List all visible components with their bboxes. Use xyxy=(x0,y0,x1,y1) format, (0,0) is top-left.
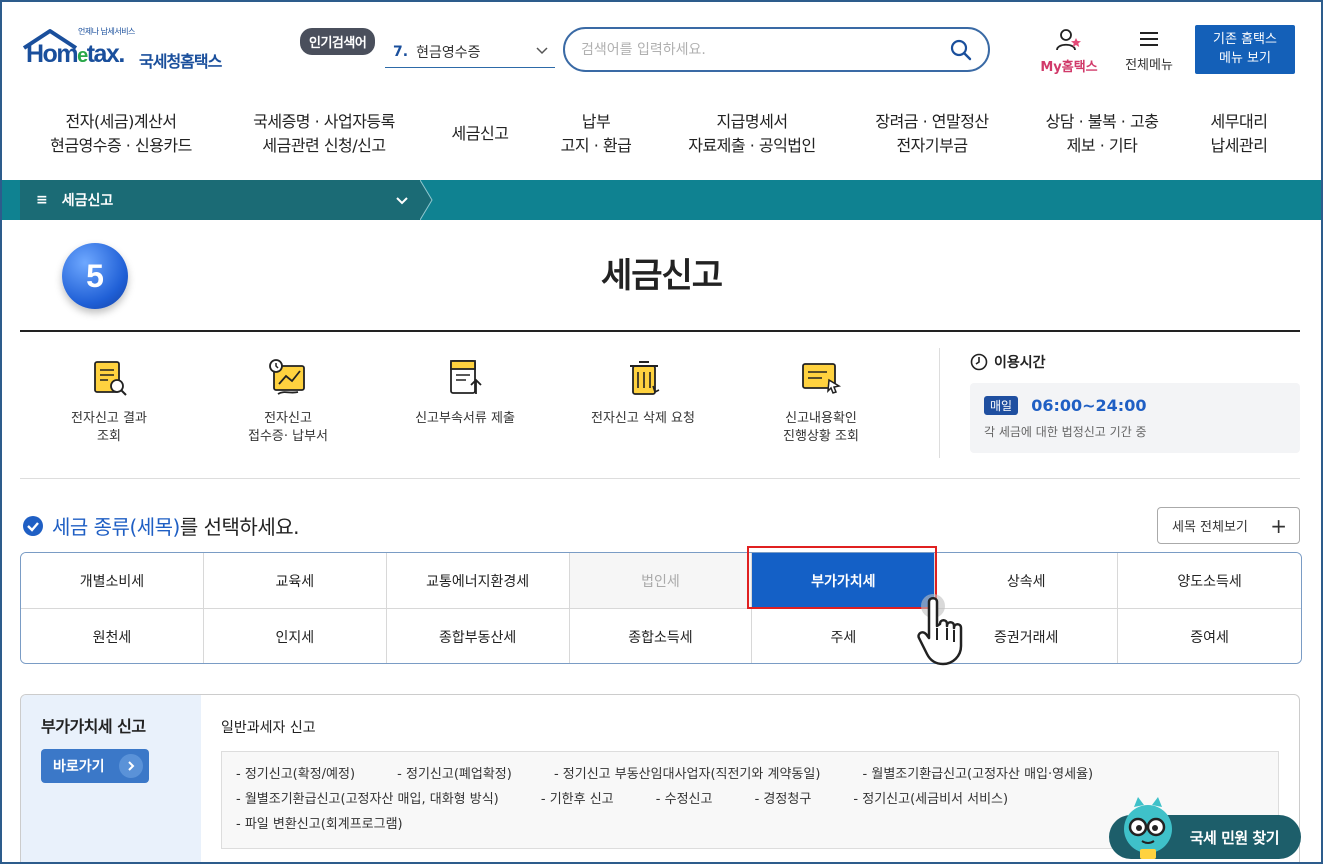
vat-option-link[interactable]: - 정기신고(세금비서 서비스) xyxy=(853,792,1008,807)
chevron-down-icon xyxy=(396,197,408,205)
service-hours-desc: 각 세금에 대한 법정신고 기간 중 xyxy=(984,425,1147,439)
nav-item-tax-filing[interactable]: 세금신고 xyxy=(452,122,509,146)
search-box xyxy=(563,27,990,72)
search-icon[interactable] xyxy=(950,39,972,61)
all-menu-button[interactable]: 전체메뉴 xyxy=(1117,28,1181,73)
all-menu-label: 전체메뉴 xyxy=(1125,58,1173,73)
my-hometax-link[interactable]: My홈택스 xyxy=(1033,28,1105,75)
tax-type-gift[interactable]: 증여세 xyxy=(1118,609,1301,663)
vat-option-link[interactable]: - 기한후 신고 xyxy=(541,792,614,807)
title-divider xyxy=(20,330,1300,332)
old-menu-label-line2: 메뉴 보기 xyxy=(1219,51,1271,66)
tax-type-corporate[interactable]: 법인세 xyxy=(569,553,753,609)
vat-general-subtitle: 일반과세자 신고 xyxy=(221,720,316,736)
tax-type-transport-energy[interactable]: 교통에너지환경세 xyxy=(386,553,570,609)
daily-badge: 매일 xyxy=(984,396,1019,415)
breadcrumb-label: 세금신고 xyxy=(61,193,114,209)
vat-option-link[interactable]: - 정기신고(확정/예정) xyxy=(236,767,355,782)
nav-item-payment-statement[interactable]: 지급명세서 자료제출 · 공익법인 xyxy=(688,110,816,158)
quick-link-filing-result[interactable]: 전자신고 결과 조회 xyxy=(19,356,199,446)
view-all-tax-types-button[interactable]: 세목 전체보기 + xyxy=(1157,507,1300,544)
document-upload-icon xyxy=(450,360,482,394)
pointing-hand-cursor-icon xyxy=(917,594,963,666)
nav-item-payment[interactable]: 납부 고지 · 환급 xyxy=(561,110,632,158)
nav-item-consultation[interactable]: 상담 · 불복 · 고충 제보 · 기타 xyxy=(1046,110,1159,158)
vat-option-link[interactable]: - 월별조기환급신고(고정자산 매입, 대화형 방식) xyxy=(236,792,499,807)
quick-links-divider xyxy=(939,348,940,458)
document-search-icon xyxy=(94,361,127,396)
plus-icon: + xyxy=(1270,513,1287,538)
tax-type-stamp[interactable]: 인지세 xyxy=(203,609,387,663)
tax-type-grid: 개별소비세 교육세 교통에너지환경세 법인세 부가가치세 상속세 양도소득세 원… xyxy=(20,552,1302,664)
search-input[interactable] xyxy=(581,41,950,58)
quick-link-delete-request[interactable]: 전자신고 삭제 요청 xyxy=(553,356,733,428)
vat-option-link[interactable]: - 파일 변환신고(회계프로그램) xyxy=(236,817,403,832)
quick-link-receipt-payment[interactable]: 전자신고 접수증· 납부서 xyxy=(198,356,378,446)
tax-type-capital-gains[interactable]: 양도소득세 xyxy=(1118,553,1301,609)
tax-type-withholding[interactable]: 원천세 xyxy=(21,609,204,663)
vat-option-link[interactable]: - 월별조기환급신고(고정자산 매입·영세율) xyxy=(863,767,1094,782)
nav-item-tax-agent[interactable]: 세무대리 납세관리 xyxy=(1211,110,1268,158)
breadcrumb-dropdown[interactable]: ≡ 세금신고 xyxy=(20,180,420,220)
tax-type-liquor[interactable]: 주세 xyxy=(752,609,936,663)
breadcrumb-separator-icon xyxy=(420,180,433,220)
old-menu-label-line1: 기존 홈택스 xyxy=(1213,32,1277,47)
quick-link-progress-check[interactable]: 신고내용확인 진행상황 조회 xyxy=(731,356,911,446)
logo-tagline: 언제나 납세서비스 xyxy=(78,27,135,36)
tax-type-vat[interactable]: 부가가치세 xyxy=(752,553,936,609)
vat-panel-title: 부가가치세 신고 xyxy=(41,717,146,736)
service-hours-time: 06:00~24:00 xyxy=(1031,396,1147,415)
logo-wordmark: Hometax. xyxy=(26,40,125,68)
check-circle-icon xyxy=(23,515,43,536)
chevron-right-icon xyxy=(119,754,143,778)
my-hometax-label: My홈택스 xyxy=(1040,60,1098,75)
user-star-icon xyxy=(1056,29,1081,51)
popular-search-dropdown[interactable]: 7. 현금영수증 xyxy=(385,36,555,68)
chart-receipt-icon xyxy=(269,359,305,395)
hamburger-menu-icon xyxy=(1140,32,1158,46)
vat-panel-content: 일반과세자 신고 - 정기신고(확정/예정) - 정기신고(폐업확정) - 정기… xyxy=(221,717,1279,849)
service-hours-title: 이용시간 xyxy=(970,352,1046,372)
main-navigation: 전자(세금)계산서 현금영수증 · 신용카드 국세증명 · 사업자등록 세금관련 신… xyxy=(20,110,1300,166)
vat-option-link[interactable]: - 경정청구 xyxy=(755,792,812,807)
old-hometax-menu-button[interactable]: 기존 홈택스 메뉴 보기 xyxy=(1195,25,1295,74)
mascot-character-icon xyxy=(1124,797,1172,859)
vat-filing-panel: 부가가치세 신고 바로가기 일반과세자 신고 - 정기신고(확정/예정) - 정… xyxy=(20,694,1300,864)
tax-type-comprehensive-income[interactable]: 종합소득세 xyxy=(569,609,753,663)
vat-panel-sidebar: 부가가치세 신고 바로가기 xyxy=(21,695,201,864)
service-hours-box: 매일 06:00~24:00 각 세금에 대한 법정신고 기간 중 xyxy=(970,383,1300,453)
hometax-logo[interactable]: 언제나 납세서비스 Hometax. 국세청홈택스 xyxy=(22,26,237,76)
monitor-cursor-icon xyxy=(802,363,842,394)
nav-item-e-invoice[interactable]: 전자(세금)계산서 현금영수증 · 신용카드 xyxy=(50,110,192,158)
page-title: 세금신고 xyxy=(600,256,723,296)
vat-option-link[interactable]: - 정기신고(폐업확정) xyxy=(397,767,512,782)
tax-type-comprehensive-real-estate[interactable]: 종합부동산세 xyxy=(386,609,570,663)
nav-item-tax-certificate[interactable]: 국세증명 · 사업자등록 세금관련 신청/신고 xyxy=(253,110,395,158)
tax-type-excise[interactable]: 개별소비세 xyxy=(21,553,204,609)
popular-search-term: 현금영수증 xyxy=(416,44,481,61)
tax-type-education[interactable]: 교육세 xyxy=(203,553,387,609)
section-divider xyxy=(20,478,1300,479)
popular-search-label: 인기검색어 xyxy=(300,28,376,55)
quick-link-attachment-submit[interactable]: 신고부속서류 제출 xyxy=(375,356,555,428)
popular-search-rank: 7. xyxy=(393,43,409,60)
chevron-down-icon xyxy=(536,47,548,55)
logo-korean-name: 국세청홈택스 xyxy=(139,52,222,71)
tax-type-heading: 세금 종류(세목)를 선택하세요. xyxy=(22,511,300,540)
vat-option-link[interactable]: - 정기신고 부동산임대사업자(직전기와 계약동일) xyxy=(554,767,820,782)
vat-option-link[interactable]: - 수정신고 xyxy=(656,792,713,807)
goto-button[interactable]: 바로가기 xyxy=(41,749,149,783)
clock-icon xyxy=(970,353,988,371)
nav-item-incentive[interactable]: 장려금 · 연말정산 전자기부금 xyxy=(875,110,989,158)
list-icon: ≡ xyxy=(36,192,48,208)
breadcrumb-bar: ≡ 세금신고 xyxy=(2,180,1321,220)
trash-can-icon xyxy=(630,361,660,395)
